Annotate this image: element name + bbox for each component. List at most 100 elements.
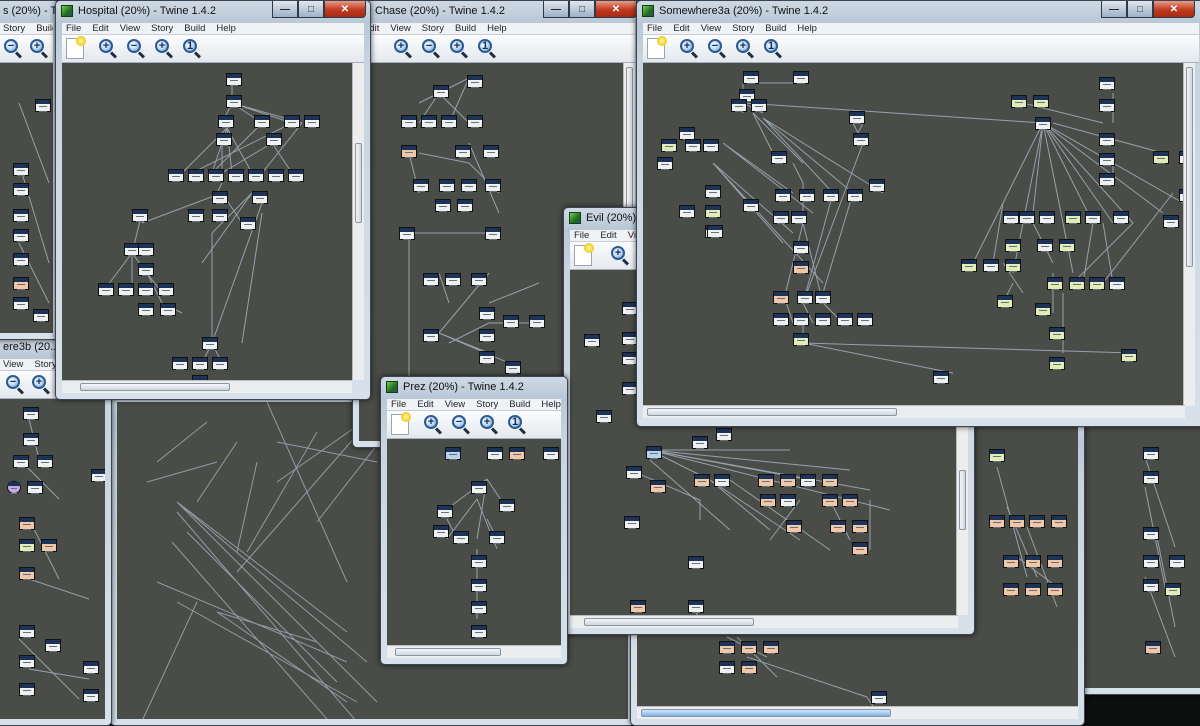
passage[interactable] xyxy=(13,277,29,290)
passage[interactable] xyxy=(13,209,29,222)
passage[interactable] xyxy=(983,259,999,272)
passage[interactable] xyxy=(202,337,218,350)
passage[interactable] xyxy=(218,115,234,128)
passage[interactable] xyxy=(288,169,304,182)
menu-view[interactable]: View xyxy=(701,23,721,34)
passage[interactable] xyxy=(758,474,774,487)
passage[interactable] xyxy=(216,133,232,146)
passage[interactable] xyxy=(1029,515,1045,528)
passage[interactable] xyxy=(437,505,453,518)
story-map-canvas[interactable] xyxy=(1085,427,1200,688)
passage[interactable] xyxy=(869,179,885,192)
menu-story[interactable]: Story xyxy=(151,23,173,34)
menu-view[interactable]: View xyxy=(445,399,465,410)
passage[interactable] xyxy=(19,655,35,668)
maximize-button[interactable]: □ xyxy=(298,1,324,18)
passage[interactable] xyxy=(1089,277,1105,290)
passage[interactable] xyxy=(705,185,721,198)
passage[interactable] xyxy=(118,283,134,296)
zoom-in-icon[interactable]: + xyxy=(393,38,413,59)
menu-build[interactable]: Build xyxy=(184,23,205,34)
passage[interactable] xyxy=(188,209,204,222)
passage[interactable] xyxy=(37,455,53,468)
close-button[interactable]: ✕ xyxy=(1153,1,1195,18)
passage[interactable] xyxy=(543,447,559,460)
passage[interactable] xyxy=(650,480,666,493)
passage[interactable] xyxy=(33,309,49,322)
passage[interactable] xyxy=(138,283,154,296)
passage[interactable] xyxy=(208,169,224,182)
zoom-out-icon[interactable]: − xyxy=(707,38,727,59)
passage[interactable] xyxy=(1003,583,1019,596)
zoom-fit-icon[interactable]: + xyxy=(154,38,174,59)
passage[interactable] xyxy=(1035,303,1051,316)
passage[interactable] xyxy=(743,199,759,212)
passage[interactable] xyxy=(138,303,154,316)
passage[interactable] xyxy=(626,466,642,479)
passage[interactable] xyxy=(773,291,789,304)
menu-build[interactable]: Build xyxy=(36,23,53,34)
zoom-in-icon[interactable]: + xyxy=(98,38,118,59)
passage[interactable] xyxy=(1163,215,1179,228)
passage[interactable] xyxy=(188,169,204,182)
passage[interactable] xyxy=(799,189,815,202)
menu-file[interactable]: File xyxy=(391,399,406,410)
passage[interactable] xyxy=(423,273,439,286)
passage[interactable] xyxy=(1003,555,1019,568)
passage[interactable] xyxy=(857,313,873,326)
passage[interactable] xyxy=(489,531,505,544)
passage[interactable] xyxy=(399,227,415,240)
passage[interactable] xyxy=(847,189,863,202)
passage[interactable] xyxy=(503,315,519,328)
passage[interactable] xyxy=(471,273,487,286)
passage[interactable] xyxy=(240,217,256,230)
passage[interactable] xyxy=(172,357,188,370)
close-button[interactable]: ✕ xyxy=(324,1,366,18)
horizontal-scrollbar[interactable] xyxy=(387,645,561,658)
passage[interactable] xyxy=(1099,77,1115,90)
passage[interactable] xyxy=(1099,153,1115,166)
passage[interactable] xyxy=(800,474,816,487)
title-bar[interactable]: Chase (20%) - Twine 1.4.2 — □ ✕ xyxy=(353,1,641,23)
passage[interactable] xyxy=(1019,211,1035,224)
passage[interactable] xyxy=(1051,515,1067,528)
passage[interactable] xyxy=(499,499,515,512)
passage[interactable] xyxy=(823,189,839,202)
new-passage-icon[interactable] xyxy=(66,36,86,59)
passage[interactable] xyxy=(439,179,455,192)
passage[interactable] xyxy=(705,205,721,218)
passage[interactable] xyxy=(716,428,732,441)
menu-edit[interactable]: Edit xyxy=(417,399,433,410)
passage[interactable] xyxy=(1143,527,1159,540)
passage[interactable] xyxy=(837,313,853,326)
passage[interactable] xyxy=(19,567,35,580)
zoom-actual-icon[interactable]: 1 xyxy=(182,38,202,59)
scroll-thumb[interactable] xyxy=(355,143,362,223)
passage[interactable] xyxy=(719,641,735,654)
passage[interactable] xyxy=(685,139,701,152)
passage[interactable] xyxy=(852,520,868,533)
menu-help[interactable]: Help xyxy=(487,23,507,34)
passage[interactable] xyxy=(822,494,838,507)
passage[interactable] xyxy=(487,447,503,460)
passage[interactable] xyxy=(455,145,471,158)
zoom-fit-icon[interactable]: + xyxy=(479,414,499,435)
menu-edit[interactable]: Edit xyxy=(92,23,108,34)
passage[interactable] xyxy=(830,520,846,533)
passage[interactable] xyxy=(793,71,809,84)
passage[interactable] xyxy=(483,145,499,158)
passage[interactable] xyxy=(13,253,29,266)
menu-view[interactable]: View xyxy=(120,23,140,34)
zoom-in-icon[interactable]: + xyxy=(610,245,630,266)
vertical-scrollbar[interactable] xyxy=(352,63,364,380)
passage[interactable] xyxy=(41,539,57,552)
passage[interactable] xyxy=(1059,239,1075,252)
minimize-button[interactable]: — xyxy=(543,1,569,18)
passage[interactable] xyxy=(27,481,43,494)
passage[interactable] xyxy=(842,494,858,507)
passage[interactable] xyxy=(138,243,154,256)
passage[interactable] xyxy=(248,169,264,182)
scroll-thumb[interactable] xyxy=(647,408,897,416)
new-passage-icon[interactable] xyxy=(574,243,594,266)
passage[interactable] xyxy=(467,75,483,88)
